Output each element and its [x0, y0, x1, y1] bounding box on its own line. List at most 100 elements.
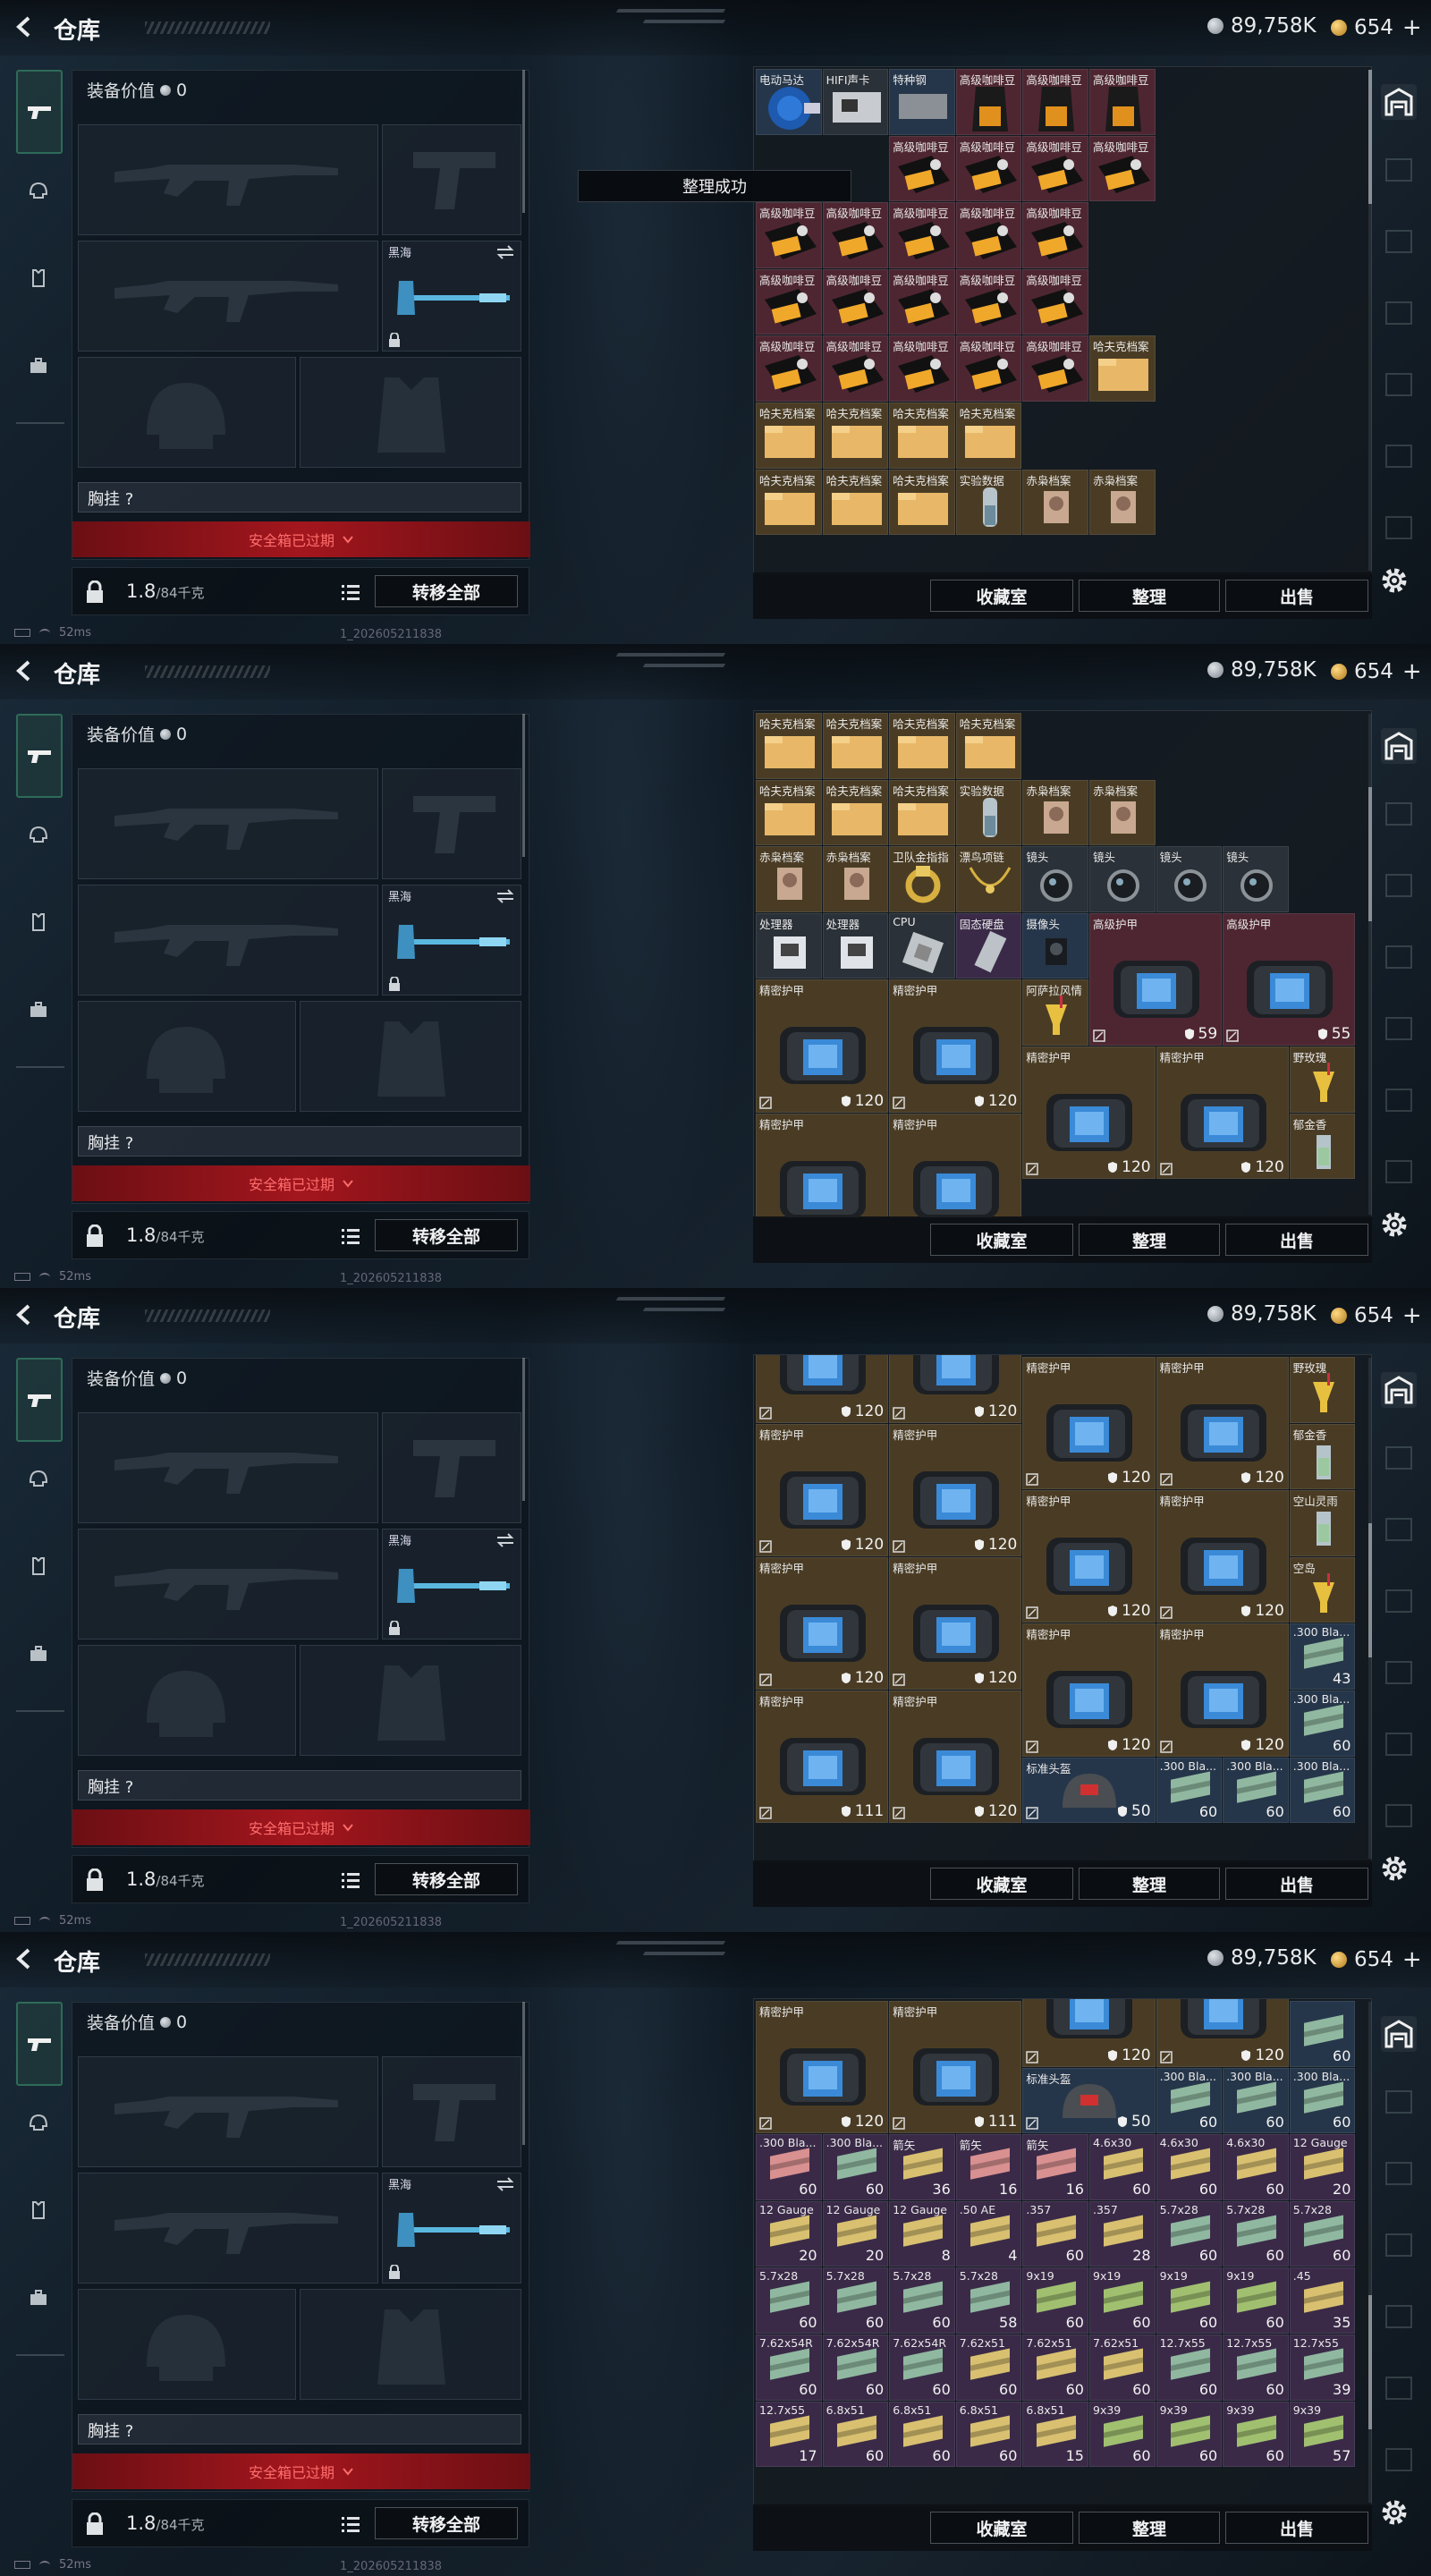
- transfer-all-button[interactable]: 转移全部: [375, 1219, 518, 1251]
- stash-item[interactable]: 高级咖啡豆: [1089, 135, 1156, 202]
- stash-item[interactable]: .300 Bla... 60: [1289, 1757, 1356, 1824]
- stash-item[interactable]: 哈夫克档案: [822, 713, 889, 779]
- stash-item[interactable]: 9x39 60: [1156, 2401, 1223, 2468]
- pistol-slot[interactable]: [382, 768, 521, 879]
- tab-case[interactable]: [18, 2277, 59, 2318]
- rail-item-3[interactable]: [1381, 295, 1417, 331]
- stash-item[interactable]: 精密护甲 120: [1022, 1357, 1156, 1490]
- stash-item[interactable]: 哈夫克档案: [756, 402, 822, 469]
- sell-button[interactable]: 出售: [1225, 1868, 1368, 1900]
- stash-item[interactable]: 高级咖啡豆: [822, 268, 889, 335]
- secondary-weapon-slot[interactable]: [78, 885, 378, 996]
- stash-item[interactable]: 固态硬盘: [955, 912, 1022, 979]
- stash-item[interactable]: 120: [1156, 1999, 1289, 2067]
- stash-item[interactable]: 精密护甲 120: [756, 1423, 889, 1556]
- tab-weapons[interactable]: [16, 1358, 63, 1442]
- stash-item[interactable]: 实验数据: [955, 469, 1022, 536]
- rail-item-2[interactable]: [1381, 2156, 1417, 2191]
- gold-currency[interactable]: 654 +: [1331, 1946, 1422, 1973]
- stash-item[interactable]: 高级咖啡豆: [955, 69, 1022, 135]
- stash-item[interactable]: 哈夫克档案: [756, 469, 822, 536]
- equipment-scrollbar[interactable]: [522, 2002, 525, 2145]
- stash-item[interactable]: 镜头: [1156, 846, 1223, 912]
- stash-item[interactable]: 9x19 60: [1022, 2267, 1088, 2334]
- stash-item[interactable]: 精密护甲 120: [1156, 1623, 1289, 1757]
- chest-rig-slot[interactable]: 胸挂 ?: [78, 2414, 521, 2445]
- tab-helmet[interactable]: [18, 2102, 59, 2143]
- add-currency-button[interactable]: +: [1402, 1302, 1422, 1329]
- stash-item[interactable]: 120: [889, 1355, 1022, 1423]
- rail-item-1[interactable]: [1381, 2084, 1417, 2120]
- stash-item[interactable]: 实验数据: [955, 779, 1022, 846]
- rail-item-stash[interactable]: [1381, 1372, 1417, 1408]
- stash-item[interactable]: 9x39 57: [1289, 2401, 1356, 2468]
- stash-item[interactable]: .300 Bla... 60: [1156, 2067, 1223, 2134]
- collection-room-button[interactable]: 收藏室: [930, 2512, 1073, 2544]
- stash-item[interactable]: 高级咖啡豆: [889, 202, 955, 268]
- stash-item[interactable]: 4.6x30 60: [1156, 2134, 1223, 2200]
- stash-item[interactable]: 高级咖啡豆: [955, 335, 1022, 402]
- add-currency-button[interactable]: +: [1402, 1946, 1422, 1973]
- swap-icon[interactable]: [495, 245, 515, 259]
- stash-item[interactable]: .357 28: [1089, 2200, 1156, 2267]
- rail-item-4[interactable]: [1381, 2299, 1417, 2334]
- rail-item-4[interactable]: [1381, 1655, 1417, 1690]
- rail-item-3[interactable]: [1381, 2227, 1417, 2263]
- stash-item[interactable]: 高级咖啡豆: [1022, 135, 1088, 202]
- stash-item[interactable]: 赤枭档案: [1022, 779, 1088, 846]
- stash-item[interactable]: 哈夫克档案: [1089, 335, 1156, 402]
- stash-item[interactable]: 7.62x54R 60: [822, 2334, 889, 2401]
- rail-item-4[interactable]: [1381, 367, 1417, 402]
- back-icon[interactable]: [14, 660, 36, 682]
- back-icon[interactable]: [14, 1304, 36, 1326]
- stash-item[interactable]: .45 35: [1289, 2267, 1356, 2334]
- tab-vest[interactable]: [18, 1546, 59, 1587]
- stash-item[interactable]: 高级护甲 55: [1223, 912, 1356, 1046]
- gold-currency[interactable]: 654 +: [1331, 1302, 1422, 1329]
- stash-item[interactable]: 高级咖啡豆: [1089, 69, 1156, 135]
- stash-scroll-thumb[interactable]: [1368, 1522, 1372, 1657]
- rail-item-1[interactable]: [1381, 1440, 1417, 1476]
- collection-room-button[interactable]: 收藏室: [930, 1224, 1073, 1256]
- stash-item[interactable]: 哈夫克档案: [955, 713, 1022, 779]
- equipment-scrollbar[interactable]: [522, 714, 525, 857]
- safebox-expired-banner[interactable]: 安全箱已过期: [72, 521, 530, 557]
- stash-item[interactable]: 赤枭档案: [756, 846, 822, 912]
- secondary-weapon-slot[interactable]: [78, 2173, 378, 2284]
- stash-item[interactable]: 处理器: [756, 912, 822, 979]
- stash-item[interactable]: .300 Bla... 60: [822, 2134, 889, 2200]
- sort-button[interactable]: 整理: [1079, 2512, 1220, 2544]
- melee-slot[interactable]: 黑海: [382, 1529, 521, 1640]
- helmet-slot[interactable]: [78, 1001, 296, 1112]
- rail-item-1[interactable]: [1381, 796, 1417, 832]
- stash-item[interactable]: 7.62x51 60: [1022, 2334, 1088, 2401]
- stash-item[interactable]: 高级咖啡豆: [1022, 202, 1088, 268]
- stash-item[interactable]: 6.8x51 15: [1022, 2401, 1088, 2468]
- pistol-slot[interactable]: [382, 124, 521, 235]
- back-icon[interactable]: [14, 1948, 36, 1970]
- armor-slot[interactable]: [300, 1001, 521, 1112]
- stash-item[interactable]: 5.7x28 58: [955, 2267, 1022, 2334]
- stash-item[interactable]: 12.7x55 60: [1156, 2334, 1223, 2401]
- settings-icon[interactable]: [1377, 564, 1411, 597]
- swap-icon[interactable]: [495, 889, 515, 903]
- rail-item-5[interactable]: [1381, 2370, 1417, 2406]
- rail-item-2[interactable]: [1381, 224, 1417, 259]
- stash-item[interactable]: 9x19 60: [1089, 2267, 1156, 2334]
- stash-item[interactable]: 6.8x51 60: [955, 2401, 1022, 2468]
- sell-button[interactable]: 出售: [1225, 580, 1368, 612]
- stash-item[interactable]: 精密护甲 120: [889, 1690, 1022, 1824]
- stash-item[interactable]: .300 Bla... 60: [1223, 1757, 1289, 1824]
- stash-item[interactable]: .300 Bla... 60: [1289, 1690, 1356, 1757]
- stash-item[interactable]: 处理器: [822, 912, 889, 979]
- stash-item[interactable]: 郁金香: [1289, 1423, 1356, 1490]
- tab-weapons[interactable]: [16, 714, 63, 798]
- stash-item[interactable]: 镜头: [1223, 846, 1289, 912]
- stash-item[interactable]: 高级咖啡豆: [889, 335, 955, 402]
- stash-item[interactable]: 摄像头: [1022, 912, 1088, 979]
- stash-item[interactable]: 6.8x51 60: [889, 2401, 955, 2468]
- stash-item[interactable]: 120: [1022, 1999, 1156, 2067]
- stash-item[interactable]: 标准头盔 50: [1022, 2067, 1156, 2134]
- primary-weapon-slot[interactable]: [78, 768, 378, 879]
- stash-item[interactable]: 箭矢 16: [955, 2134, 1022, 2200]
